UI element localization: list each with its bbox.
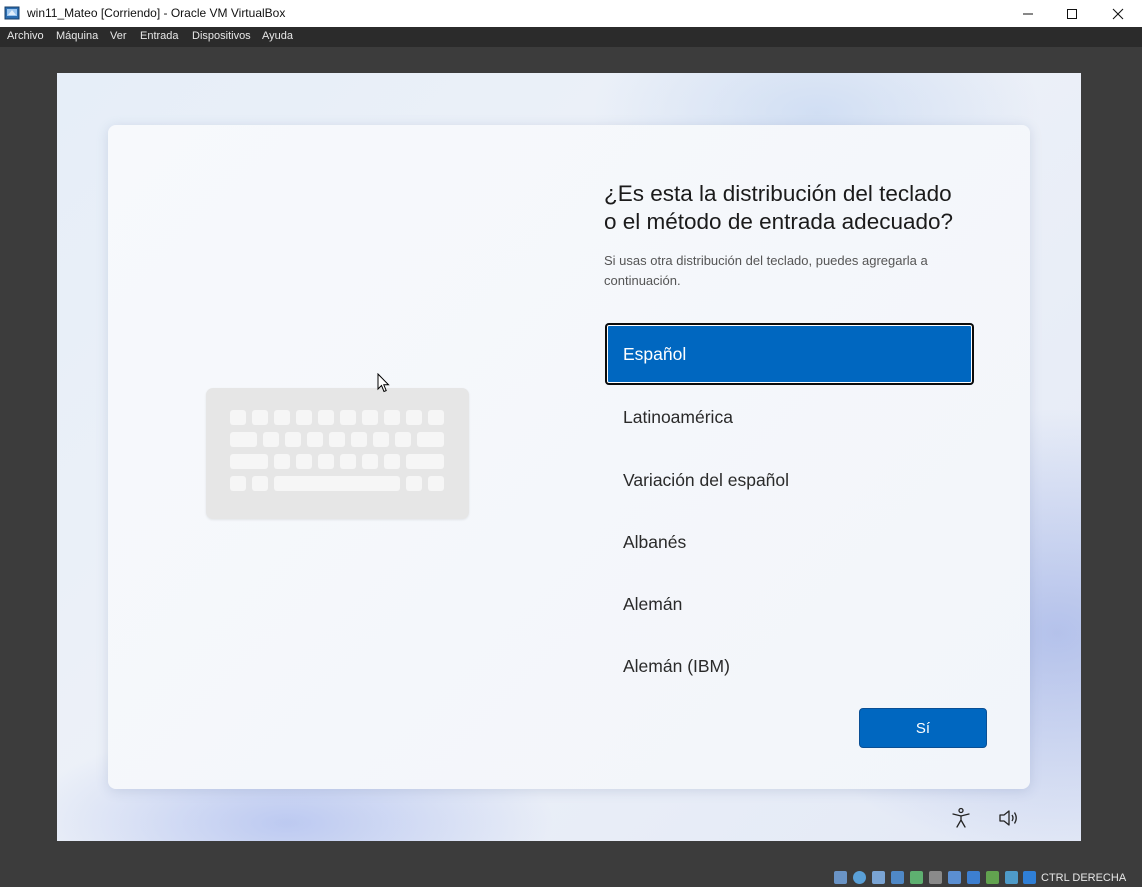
key bbox=[230, 432, 257, 447]
key bbox=[384, 410, 400, 425]
hard-disk-icon[interactable] bbox=[834, 871, 847, 884]
mouse-integration-icon[interactable] bbox=[1005, 871, 1018, 884]
virtualbox-icon bbox=[4, 6, 20, 20]
key bbox=[340, 454, 356, 469]
key bbox=[351, 432, 367, 447]
keyboard-capture-icon[interactable] bbox=[1023, 871, 1036, 884]
spacebar-key bbox=[274, 476, 400, 491]
page-title-line1: ¿Es esta la distribución del teclado bbox=[604, 181, 952, 206]
network-icon[interactable] bbox=[891, 871, 904, 884]
close-button[interactable] bbox=[1095, 0, 1141, 27]
key bbox=[307, 432, 323, 447]
option-label: Alemán bbox=[623, 593, 683, 614]
keyboard-illustration bbox=[206, 388, 469, 519]
keyboard-option-espanol[interactable]: Español bbox=[605, 323, 974, 385]
key bbox=[329, 432, 345, 447]
vm-display[interactable]: ¿Es esta la distribución del teclado o e… bbox=[57, 73, 1081, 841]
accessibility-icon[interactable] bbox=[950, 807, 972, 829]
key bbox=[362, 454, 378, 469]
recording-icon[interactable] bbox=[986, 871, 999, 884]
key bbox=[230, 410, 246, 425]
key bbox=[417, 432, 444, 447]
key bbox=[252, 410, 268, 425]
key bbox=[296, 454, 312, 469]
key bbox=[406, 476, 422, 491]
key bbox=[274, 410, 290, 425]
menu-ayuda[interactable]: Ayuda bbox=[262, 30, 293, 42]
key bbox=[428, 410, 444, 425]
key bbox=[373, 432, 389, 447]
keyboard-option-aleman[interactable]: Alemán bbox=[605, 573, 974, 635]
key bbox=[428, 476, 444, 491]
option-label: Albanés bbox=[623, 531, 687, 552]
display-icon[interactable] bbox=[948, 871, 961, 884]
key bbox=[384, 454, 400, 469]
page-subtitle: Si usas otra distribución del teclado, p… bbox=[604, 253, 928, 288]
option-label: Español bbox=[623, 343, 687, 364]
key bbox=[285, 432, 301, 447]
key bbox=[406, 454, 444, 469]
keyboard-option-albanes[interactable]: Albanés bbox=[605, 511, 974, 573]
shared-folders-icon[interactable] bbox=[929, 871, 942, 884]
menu-archivo[interactable]: Archivo bbox=[7, 30, 44, 42]
key bbox=[252, 476, 268, 491]
minimize-icon bbox=[1023, 13, 1033, 14]
minimize-button[interactable] bbox=[1005, 0, 1051, 27]
volume-icon[interactable] bbox=[998, 808, 1020, 828]
mouse-cursor-icon bbox=[377, 373, 390, 393]
menu-maquina[interactable]: Máquina bbox=[56, 30, 98, 42]
keyboard-option-latinoamerica[interactable]: Latinoamérica bbox=[605, 386, 974, 448]
key bbox=[230, 454, 268, 469]
option-label: Variación del español bbox=[623, 469, 790, 490]
key bbox=[296, 410, 312, 425]
option-label: Alemán (IBM) bbox=[623, 655, 730, 676]
key bbox=[395, 432, 411, 447]
oobe-card: ¿Es esta la distribución del teclado o e… bbox=[108, 125, 1030, 789]
maximize-icon bbox=[1067, 8, 1077, 19]
window-titlebar: win11_Mateo [Corriendo] - Oracle VM Virt… bbox=[0, 0, 1142, 27]
audio-icon[interactable] bbox=[872, 871, 885, 884]
menu-ver[interactable]: Ver bbox=[110, 30, 127, 42]
window-title: win11_Mateo [Corriendo] - Oracle VM Virt… bbox=[27, 6, 286, 20]
keyboard-option-variacion-espanol[interactable]: Variación del español bbox=[605, 449, 974, 511]
key bbox=[340, 410, 356, 425]
usb-icon[interactable] bbox=[910, 871, 923, 884]
video-capture-icon[interactable] bbox=[967, 871, 980, 884]
key bbox=[230, 476, 246, 491]
menu-entrada[interactable]: Entrada bbox=[140, 30, 179, 42]
menu-bar: Archivo Máquina Ver Entrada Dispositivos… bbox=[0, 27, 1142, 47]
page-title: ¿Es esta la distribución del teclado o e… bbox=[604, 180, 1004, 236]
key bbox=[263, 432, 279, 447]
key bbox=[318, 410, 334, 425]
page-title-line2: o el método de entrada adecuado? bbox=[604, 209, 954, 234]
option-label: Latinoamérica bbox=[623, 406, 733, 427]
key bbox=[362, 410, 378, 425]
yes-button[interactable]: Sí bbox=[859, 708, 987, 748]
optical-drive-icon[interactable] bbox=[853, 871, 866, 884]
maximize-button[interactable] bbox=[1049, 0, 1095, 27]
key bbox=[318, 454, 334, 469]
key bbox=[406, 410, 422, 425]
close-icon bbox=[1112, 8, 1124, 19]
menu-dispositivos[interactable]: Dispositivos bbox=[192, 30, 251, 42]
status-bar: CTRL DERECHA bbox=[0, 867, 1142, 887]
host-key-label: CTRL DERECHA bbox=[1041, 872, 1127, 884]
keyboard-option-aleman-ibm[interactable]: Alemán (IBM) bbox=[605, 635, 974, 697]
key bbox=[274, 454, 290, 469]
